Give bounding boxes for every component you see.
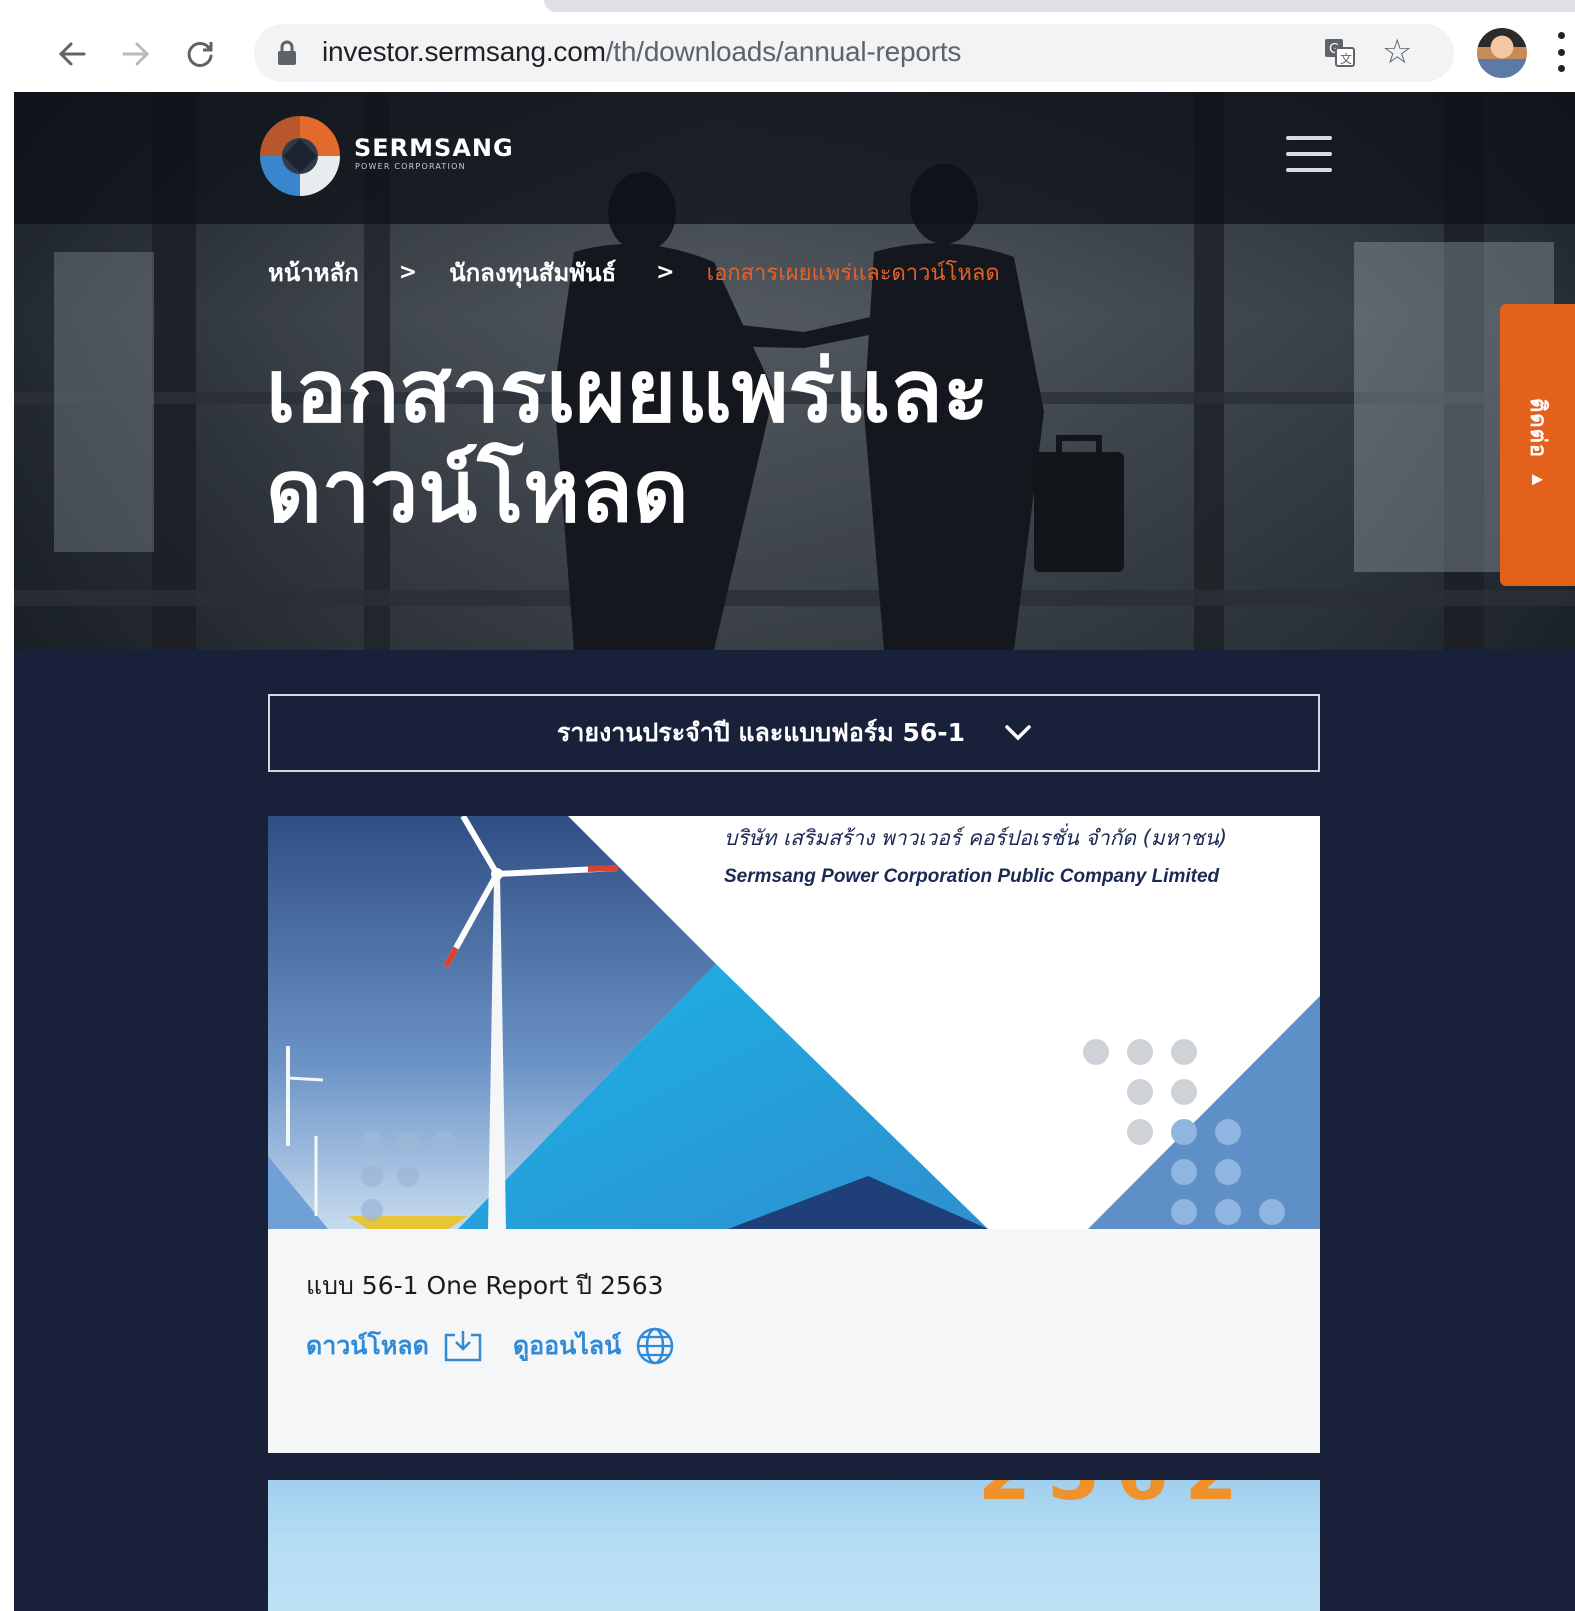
contact-tab[interactable]: ติดต่อ ▸ xyxy=(1500,304,1575,586)
back-arrow-icon[interactable] xyxy=(46,28,98,80)
svg-text:文: 文 xyxy=(1340,51,1352,66)
address-bar[interactable]: investor.sermsang.com/th/downloads/annua… xyxy=(254,24,1454,82)
page-title-line-2: ดาวน์โหลด xyxy=(266,442,689,542)
page-title-line-1: เอกสารเผยแพร่และ xyxy=(266,342,989,442)
breadcrumb-current: เอกสารเผยแพร่และดาวน์โหลด xyxy=(706,260,1000,286)
cover-company-name-en: Sermsang Power Corporation Public Compan… xyxy=(724,866,1220,887)
report-category-dropdown[interactable]: รายงานประจำปี และแบบฟอร์ม 56-1 xyxy=(268,694,1320,772)
kebab-menu-icon[interactable] xyxy=(1554,32,1568,72)
download-icon xyxy=(444,1331,482,1362)
site-header: SERMSANG POWER CORPORATION xyxy=(14,92,1575,224)
view-online-label: ดูออนไลน์ xyxy=(512,1331,622,1360)
breadcrumb-home-link[interactable]: หน้าหลัก xyxy=(268,253,359,292)
breadcrumb-separator: > xyxy=(656,259,675,285)
report-category-selected: รายงานประจำปี และแบบฟอร์ม 56-1 xyxy=(556,718,966,747)
view-online-link[interactable]: ดูออนไลน์ xyxy=(513,1326,675,1366)
url-text[interactable]: investor.sermsang.com/th/downloads/annua… xyxy=(322,36,961,68)
report-card: บริษัท เสริมสร้าง พาวเวอร์ คอร์ปอเรชั่น … xyxy=(268,816,1320,1453)
lock-icon[interactable] xyxy=(276,40,298,66)
tab-strip xyxy=(544,0,1575,12)
download-label: ดาวน์โหลด xyxy=(306,1331,429,1360)
cover-company-name-th: บริษัท เสริมสร้าง พาวเวอร์ คอร์ปอเรชั่น … xyxy=(724,826,1228,850)
hamburger-menu-icon[interactable] xyxy=(1286,136,1332,172)
report-title: แบบ 56-1 One Report ปี 2563 xyxy=(306,1271,664,1300)
report-cover-image[interactable]: บริษัท เสริมสร้าง พาวเวอร์ คอร์ปอเรชั่น … xyxy=(268,816,1320,1229)
logo-wordmark[interactable]: SERMSANG xyxy=(354,134,514,162)
contact-tab-label: ติดต่อ ▸ xyxy=(1525,397,1550,493)
report-actions: ดาวน์โหลด ดูออนไลน์ xyxy=(306,1326,675,1366)
breadcrumb-investor-relations-link[interactable]: นักลงทุนสัมพันธ์ xyxy=(449,253,616,292)
globe-icon xyxy=(636,1327,674,1365)
star-icon[interactable]: ☆ xyxy=(1382,32,1412,72)
report-card-next[interactable]: 2562 xyxy=(268,1480,1320,1611)
forward-arrow-icon[interactable] xyxy=(110,28,162,80)
sermsang-logo-icon[interactable] xyxy=(258,114,342,198)
logo-subtitle: POWER CORPORATION xyxy=(355,162,466,171)
chevron-down-icon xyxy=(1005,725,1031,741)
reload-icon[interactable] xyxy=(174,28,226,80)
breadcrumb: หน้าหลัก > นักลงทุนสัมพันธ์ > เอกสารเผยแ… xyxy=(268,252,1000,292)
next-cover-year: 2562 xyxy=(978,1480,1254,1517)
hero-banner: SERMSANG POWER CORPORATION หน้าหลัก > นั… xyxy=(14,92,1575,650)
download-link[interactable]: ดาวน์โหลด xyxy=(306,1326,483,1366)
translate-icon[interactable]: G 文 xyxy=(1324,38,1356,68)
page-content: SERMSANG POWER CORPORATION หน้าหลัก > นั… xyxy=(14,92,1575,1611)
avatar[interactable] xyxy=(1477,28,1527,78)
breadcrumb-separator: > xyxy=(398,259,418,285)
page-title: เอกสารเผยแพร่และ ดาวน์โหลด xyxy=(266,342,1166,542)
browser-toolbar: investor.sermsang.com/th/downloads/annua… xyxy=(0,0,1575,92)
